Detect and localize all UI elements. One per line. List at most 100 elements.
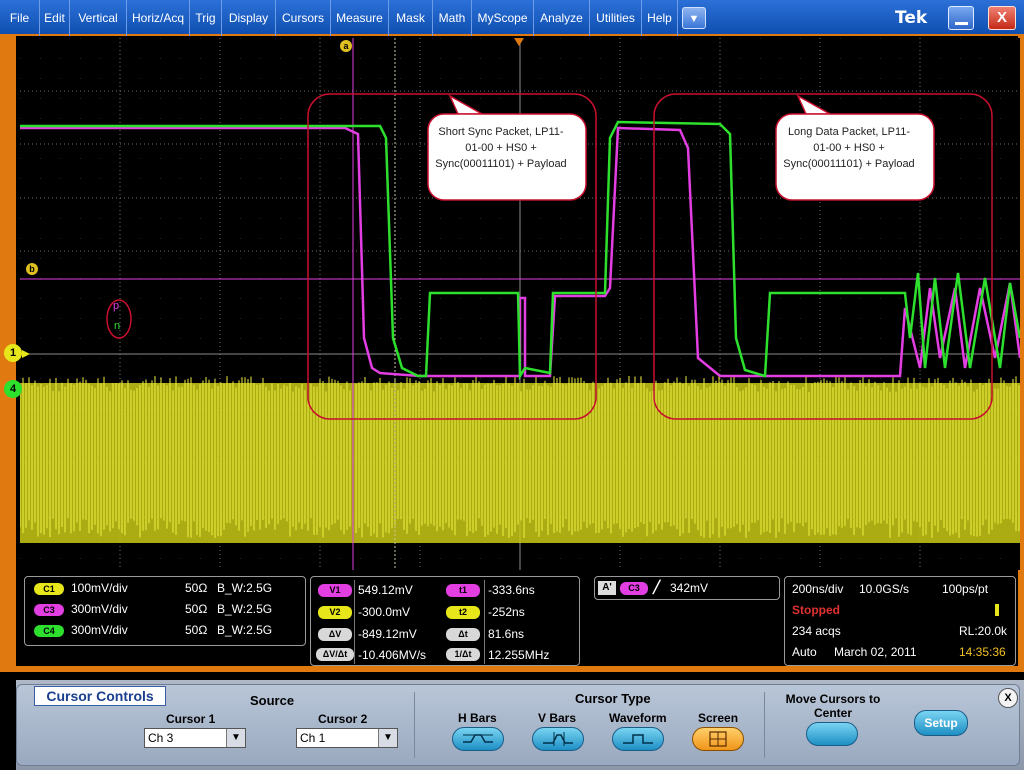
trigger-mode-badge: A' — [598, 581, 616, 595]
dv-value: -849.12mV — [358, 627, 417, 641]
ch4-badge[interactable]: C4 — [34, 625, 64, 637]
move-cursors-label: Move Cursors to Center — [785, 692, 881, 720]
v2-badge: V2 — [318, 606, 352, 619]
ch1-ground-marker[interactable]: 1 — [4, 344, 22, 362]
cursor2-source-select[interactable]: Ch 1 ▼ — [296, 728, 398, 748]
chevron-down-icon[interactable]: ▼ — [226, 729, 245, 747]
menu-mask[interactable]: Mask — [389, 0, 433, 36]
dvdt-value: -10.406MV/s — [358, 648, 427, 662]
ch4-impedance: 50Ω — [185, 623, 208, 637]
record-length: RL:20.0k — [959, 624, 1008, 638]
p-label: p — [113, 300, 120, 312]
ch1-arrow-icon — [22, 350, 30, 358]
t2-badge: t2 — [446, 606, 480, 619]
cursor-b-marker[interactable]: b — [26, 263, 38, 275]
dt-badge: Δt — [446, 628, 480, 641]
trigger-source-badge: C3 — [620, 582, 648, 595]
menu-cursors[interactable]: Cursors — [276, 0, 331, 36]
ch1-scale: 100mV/div — [71, 581, 128, 595]
menu-display[interactable]: Display — [222, 0, 276, 36]
trigger-level: 342mV — [670, 581, 709, 595]
close-cursor-controls-button[interactable]: X — [998, 688, 1018, 708]
cursor1-label: Cursor 1 — [166, 712, 216, 726]
timebase: 200ns/div — [792, 582, 844, 596]
cursor2-source-value: Ch 1 — [300, 731, 326, 745]
acq-date: March 02, 2011 — [834, 645, 917, 659]
hbars-button[interactable] — [452, 727, 504, 751]
ch4-ground-marker[interactable]: 4 — [4, 380, 22, 398]
menu-file[interactable]: File — [0, 0, 40, 36]
hbars-label: H Bars — [458, 711, 497, 725]
minimize-button[interactable] — [948, 6, 974, 30]
menu-trig[interactable]: Trig — [190, 0, 222, 36]
dv-badge: ΔV — [318, 628, 352, 641]
ch1-impedance: 50Ω — [185, 581, 208, 595]
screen-button[interactable] — [692, 727, 744, 751]
ch4-scale: 300mV/div — [71, 623, 128, 637]
dvdt-badge: ΔV/Δt — [316, 648, 354, 661]
ch1-badge[interactable]: C1 — [34, 583, 64, 595]
acq-time: 14:35:36 — [959, 645, 1006, 659]
menu-dropdown-button[interactable]: ▼ — [682, 7, 706, 29]
resolution: 100ps/pt — [942, 582, 989, 596]
cursor1-source-select[interactable]: Ch 3 ▼ — [144, 728, 246, 748]
menu-analyze[interactable]: Analyze — [534, 0, 590, 36]
trigger-position-icon — [514, 38, 524, 46]
cursor-controls-title: Cursor Controls — [34, 686, 166, 706]
move-cursors-center-button[interactable] — [806, 722, 858, 746]
menu-measure[interactable]: Measure — [331, 0, 389, 36]
ch4-bandwidth: B_W:2.5G — [217, 623, 273, 637]
screen-label: Screen — [698, 711, 739, 725]
callout-long-data-text: Long Data Packet, LP11-01-00 + HS0 + Syn… — [783, 126, 915, 170]
inv-dt-badge: 1/Δt — [446, 648, 480, 661]
inv-dt-value: 12.255MHz — [488, 648, 550, 662]
v1-badge: V1 — [318, 584, 352, 597]
separator — [764, 692, 765, 758]
t1-value: -333.6ns — [488, 583, 535, 597]
t2-value: -252ns — [488, 605, 525, 619]
vbars-button[interactable] — [532, 727, 584, 751]
vbars-icon — [543, 732, 573, 746]
setup-button[interactable]: Setup — [914, 710, 968, 736]
ch1-bandwidth: B_W:2.5G — [217, 581, 273, 595]
waveform-label: Waveform — [609, 711, 667, 725]
thermometer-icon — [995, 604, 999, 616]
chevron-down-icon[interactable]: ▼ — [378, 729, 397, 747]
waveform-icon — [623, 734, 653, 744]
n-label: n — [114, 320, 121, 332]
readout-divider-2 — [484, 580, 485, 664]
readout-divider — [354, 580, 355, 664]
v2-value: -300.0mV — [358, 605, 411, 619]
screen-icon — [709, 731, 727, 747]
t1-badge: t1 — [446, 584, 480, 597]
cursor-type-label: Cursor Type — [575, 691, 651, 706]
menu-bar: File Edit Vertical Horiz/Acq Trig Displa… — [0, 0, 1024, 36]
tek-logo: Tek — [895, 8, 928, 28]
menu-edit[interactable]: Edit — [40, 0, 70, 36]
minimize-icon — [955, 22, 968, 25]
vbars-label: V Bars — [538, 711, 577, 725]
ch3-badge[interactable]: C3 — [34, 604, 64, 616]
close-button[interactable]: X — [988, 6, 1016, 30]
callout-short-sync-text: Short Sync Packet, LP11-01-00 + HS0 + Sy… — [435, 126, 567, 170]
separator — [414, 692, 415, 758]
sample-rate: 10.0GS/s — [859, 582, 910, 596]
cursor-a-marker[interactable]: a — [340, 40, 352, 52]
menu-utilities[interactable]: Utilities — [590, 0, 642, 36]
dt-value: 81.6ns — [488, 627, 525, 641]
waveform-button[interactable] — [612, 727, 664, 751]
menu-help[interactable]: Help — [642, 0, 678, 36]
cursor1-source-value: Ch 3 — [148, 731, 174, 745]
hbars-icon — [463, 734, 493, 743]
menu-vertical[interactable]: Vertical — [70, 0, 127, 36]
ch1-waveform — [20, 376, 1020, 543]
ch3-scale: 300mV/div — [71, 602, 128, 616]
acq-mode: Auto — [792, 645, 817, 659]
menu-horiz-acq[interactable]: Horiz/Acq — [127, 0, 190, 36]
v1-value: 549.12mV — [358, 583, 413, 597]
menu-math[interactable]: Math — [433, 0, 472, 36]
source-label: Source — [250, 693, 295, 708]
acq-state: Stopped — [792, 603, 840, 617]
ch3-impedance: 50Ω — [185, 602, 208, 616]
menu-myscope[interactable]: MyScope — [472, 0, 534, 36]
